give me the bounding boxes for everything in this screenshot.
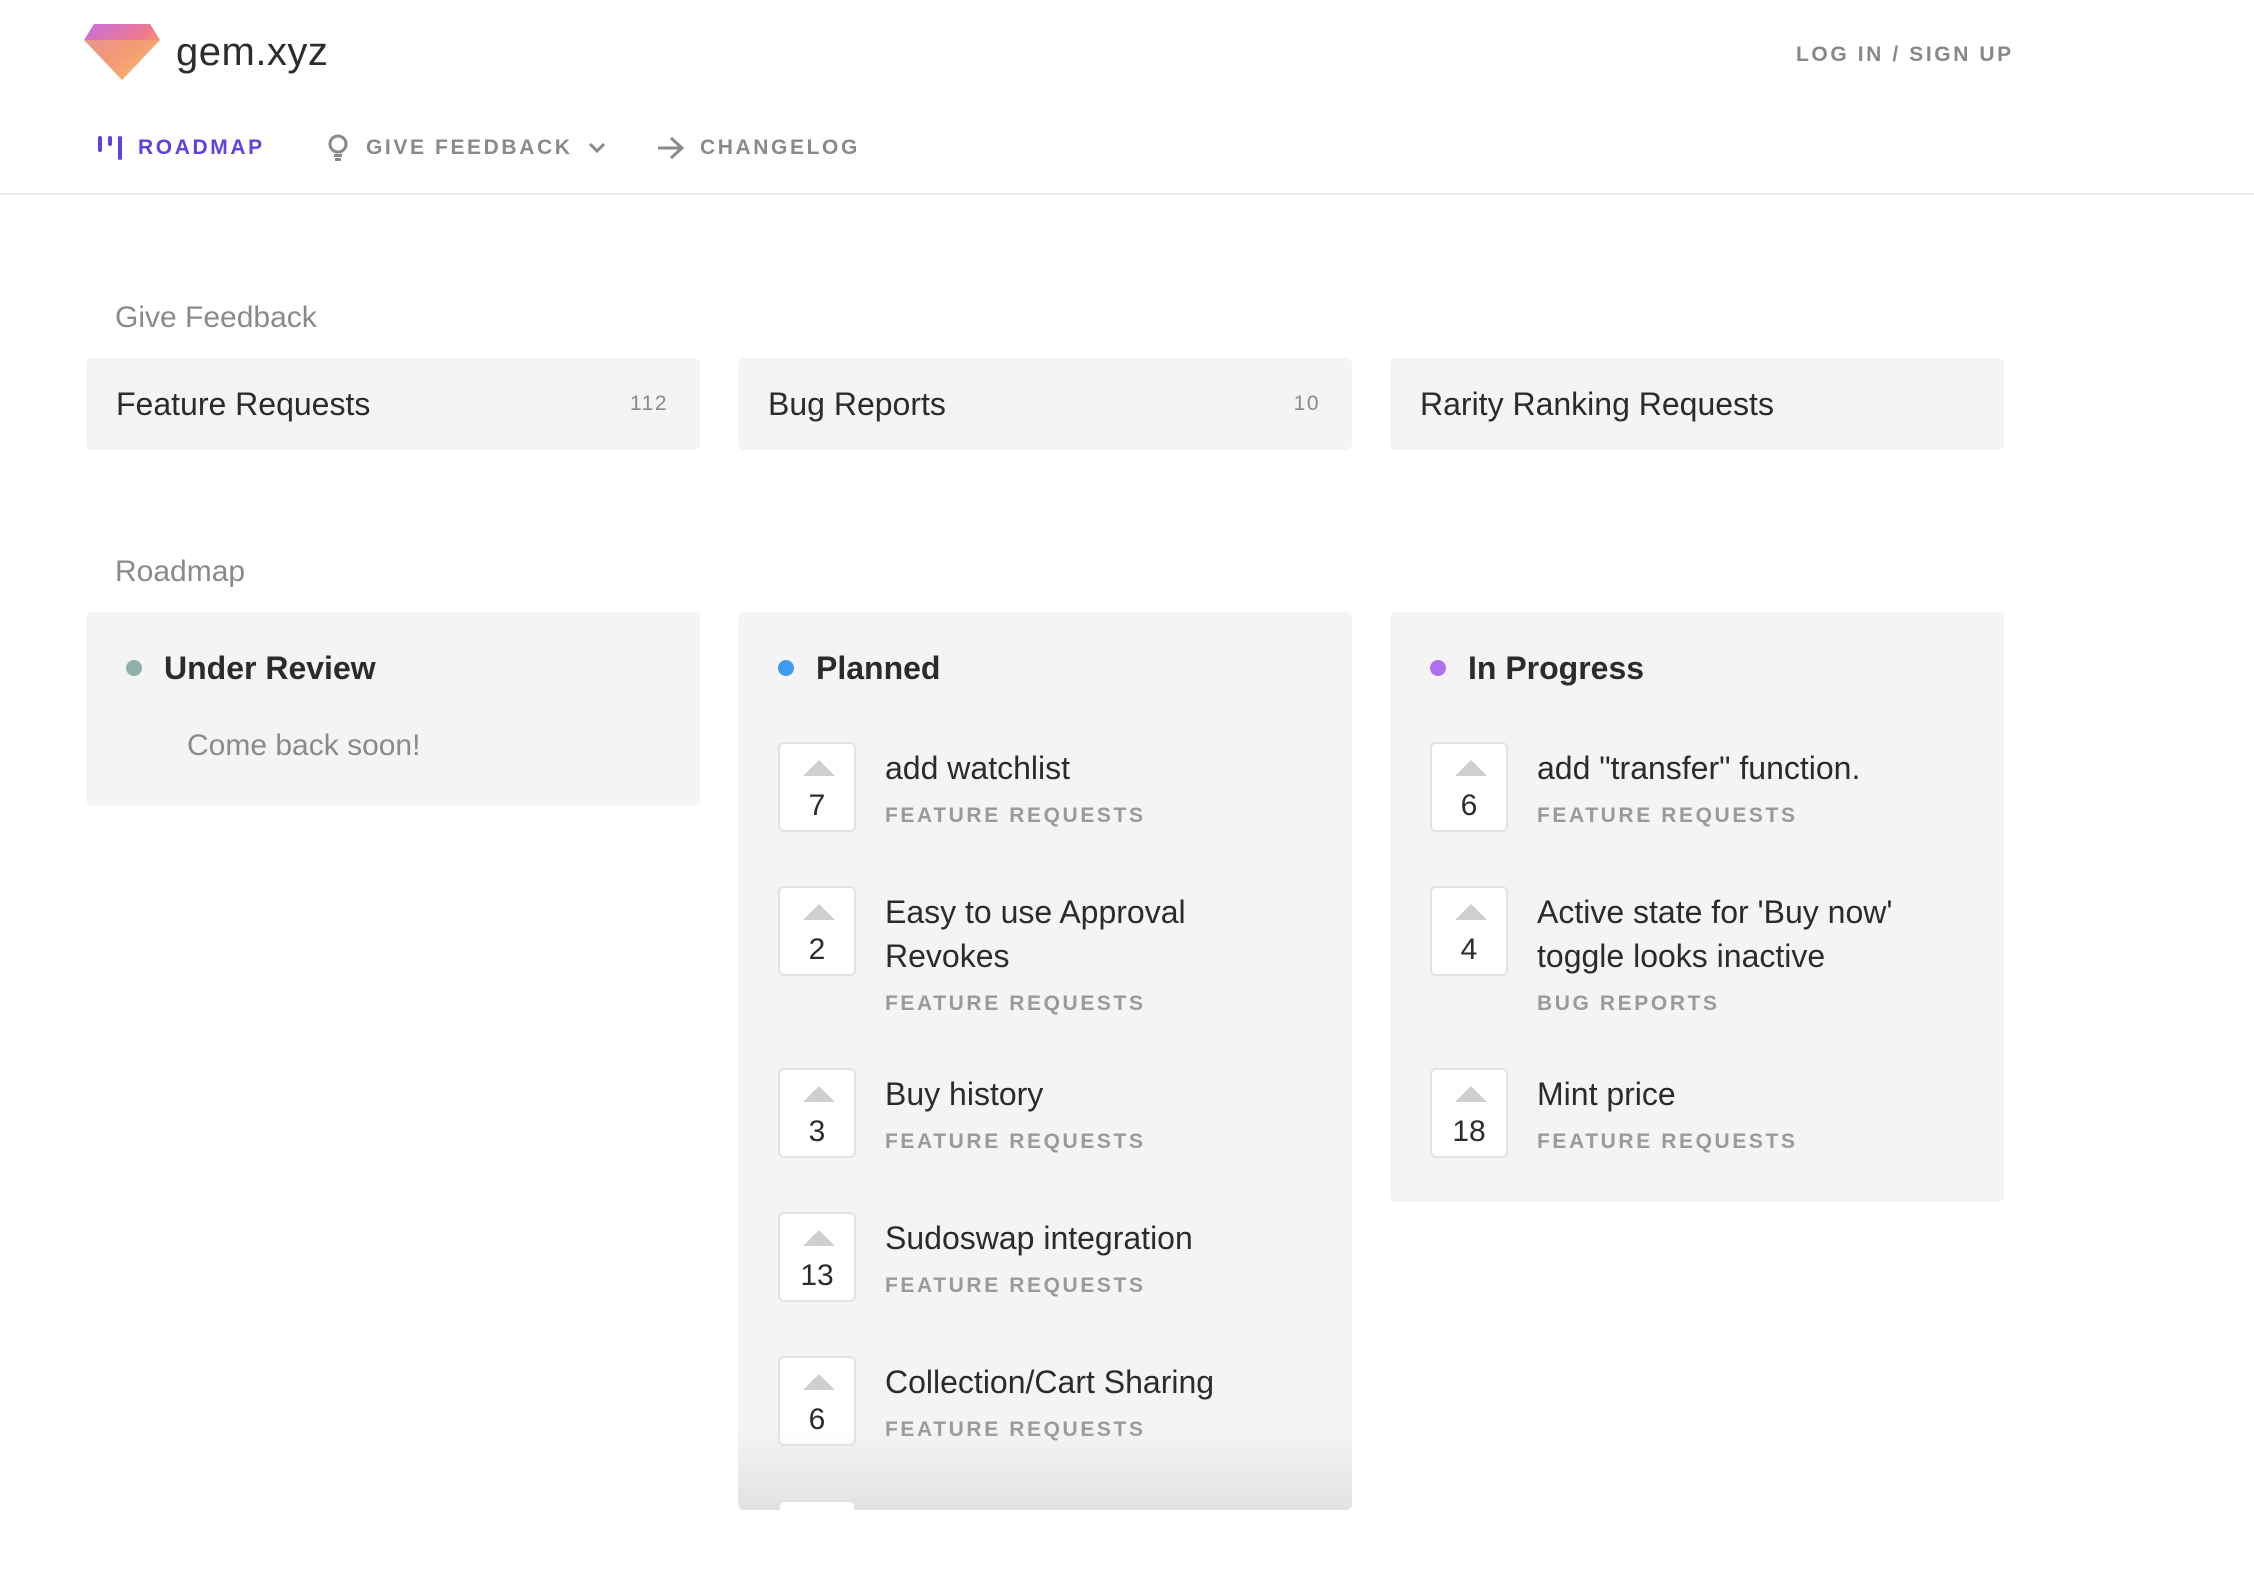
post-title[interactable]: add watchlist xyxy=(885,746,1325,790)
upvote-arrow-icon xyxy=(1455,1086,1487,1102)
upvote-button[interactable]: 4 xyxy=(1430,886,1508,976)
post-title[interactable]: Buy history xyxy=(885,1072,1325,1116)
board-name: Rarity Ranking Requests xyxy=(1420,386,1774,422)
vote-count: 6 xyxy=(808,1403,826,1436)
board-name: Feature Requests xyxy=(116,386,371,422)
vote-count: 3 xyxy=(808,1115,826,1148)
status-dot xyxy=(1430,660,1446,676)
column-in-progress: In Progress 6 add "transfer" function. F… xyxy=(1390,612,2004,1202)
post-board-tag: FEATURE REQUESTS xyxy=(885,1418,1146,1441)
roadmap-heading: Roadmap xyxy=(115,555,246,588)
upvote-arrow-icon xyxy=(803,904,835,920)
post-title[interactable]: Mint price xyxy=(1537,1072,1977,1116)
upvote-arrow-icon xyxy=(1455,904,1487,920)
board-card-rarity-ranking-requests[interactable]: Rarity Ranking Requests xyxy=(1390,358,2004,450)
post-board-tag: FEATURE REQUESTS xyxy=(885,992,1146,1015)
brand-name[interactable]: gem.xyz xyxy=(176,24,328,80)
arrow-right-icon xyxy=(656,135,686,161)
board-count: 10 xyxy=(1293,392,1320,415)
nav-give-feedback[interactable]: GIVE FEEDBACK xyxy=(324,124,607,172)
upvote-button[interactable]: 6 xyxy=(1430,742,1508,832)
nav-roadmap-label: ROADMAP xyxy=(138,136,265,159)
column-header: Planned xyxy=(778,646,940,690)
nav-changelog-label: CHANGELOG xyxy=(700,136,860,159)
nav-roadmap[interactable]: ROADMAP xyxy=(96,124,265,172)
post-title[interactable]: Collection/Cart Sharing xyxy=(885,1360,1325,1404)
post-title[interactable]: Sudoswap integration xyxy=(885,1216,1325,1260)
lightbulb-icon xyxy=(324,133,352,163)
column-title: Planned xyxy=(816,649,941,686)
status-dot xyxy=(126,660,142,676)
upvote-arrow-icon xyxy=(803,1230,835,1246)
post-title[interactable]: add "transfer" function. xyxy=(1537,746,1977,790)
vote-count: 6 xyxy=(1460,789,1478,822)
board-card-bug-reports[interactable]: Bug Reports 10 xyxy=(738,358,1352,450)
post-board-tag: FEATURE REQUESTS xyxy=(1537,804,1798,827)
post-board-tag: BUG REPORTS xyxy=(1537,992,1720,1015)
post-title[interactable]: Easy to use Approval Revokes xyxy=(885,890,1245,978)
upvote-button[interactable]: 13 xyxy=(778,1212,856,1302)
upvote-button[interactable]: 18 xyxy=(1430,1068,1508,1158)
upvote-arrow-icon xyxy=(803,1086,835,1102)
board-card-feature-requests[interactable]: Feature Requests 112 xyxy=(86,358,700,450)
vote-count: 18 xyxy=(1452,1115,1486,1148)
post-board-tag: FEATURE REQUESTS xyxy=(885,804,1146,827)
nav-changelog[interactable]: CHANGELOG xyxy=(656,124,860,172)
post-title[interactable]: Active state for 'Buy now' toggle looks … xyxy=(1537,890,1957,978)
column-header: In Progress xyxy=(1430,646,1644,690)
vote-count: 13 xyxy=(800,1259,834,1292)
roadmap-icon xyxy=(96,134,124,162)
upvote-button[interactable]: 7 xyxy=(778,742,856,832)
chevron-down-icon xyxy=(587,141,607,155)
empty-message: Come back soon! xyxy=(187,729,421,762)
upvote-button[interactable]: 6 xyxy=(778,1356,856,1446)
post-board-tag: FEATURE REQUESTS xyxy=(885,1274,1146,1297)
vote-count: 2 xyxy=(808,933,826,966)
upvote-button-partial xyxy=(778,1500,856,1510)
give-feedback-heading: Give Feedback xyxy=(115,301,317,334)
upvote-button[interactable]: 3 xyxy=(778,1068,856,1158)
upvote-arrow-icon xyxy=(803,760,835,776)
nav-give-feedback-label: GIVE FEEDBACK xyxy=(366,136,573,159)
column-title: Under Review xyxy=(164,649,376,686)
board-count: 112 xyxy=(630,392,668,415)
column-planned: Planned 7 add watchlist FEATURE REQUESTS… xyxy=(738,612,1352,1510)
column-title: In Progress xyxy=(1468,649,1645,686)
post-board-tag: FEATURE REQUESTS xyxy=(1537,1130,1798,1153)
vote-count: 4 xyxy=(1460,933,1478,966)
status-dot xyxy=(778,660,794,676)
board-name: Bug Reports xyxy=(768,386,946,422)
upvote-arrow-icon xyxy=(1455,760,1487,776)
post-board-tag: FEATURE REQUESTS xyxy=(885,1130,1146,1153)
gem-logo-icon[interactable] xyxy=(84,24,160,80)
column-under-review: Under Review Come back soon! xyxy=(86,612,700,805)
vote-count: 7 xyxy=(808,789,826,822)
upvote-arrow-icon xyxy=(803,1374,835,1390)
top-header: gem.xyz LOG IN / SIGN UP ROADMAP GIVE FE… xyxy=(0,0,2254,195)
login-signup-link[interactable]: LOG IN / SIGN UP xyxy=(1796,38,2014,72)
column-header: Under Review xyxy=(126,646,376,690)
upvote-button[interactable]: 2 xyxy=(778,886,856,976)
